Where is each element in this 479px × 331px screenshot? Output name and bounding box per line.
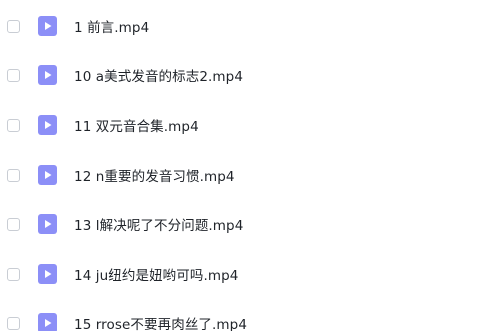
- list-item[interactable]: 10 a美式发音的标志2.mp4: [0, 60, 479, 90]
- list-item[interactable]: 13 l解决呢了不分问题.mp4: [0, 209, 479, 239]
- list-item[interactable]: 1 前言.mp4: [0, 11, 479, 41]
- select-checkbox[interactable]: [7, 267, 20, 281]
- file-name[interactable]: 1 前言.mp4: [74, 16, 149, 36]
- video-file-icon: [38, 313, 57, 331]
- select-checkbox[interactable]: [7, 168, 20, 182]
- file-name[interactable]: 15 rrose不要再肉丝了.mp4: [74, 313, 247, 331]
- video-file-icon: [38, 165, 57, 185]
- list-item[interactable]: 14 ju纽约是妞哟可吗.mp4: [0, 259, 479, 289]
- video-file-icon: [38, 16, 57, 36]
- video-file-icon: [38, 65, 57, 85]
- list-item[interactable]: 11 双元音合集.mp4: [0, 110, 479, 140]
- select-checkbox[interactable]: [7, 217, 20, 231]
- file-name[interactable]: 14 ju纽约是妞哟可吗.mp4: [74, 264, 238, 284]
- file-name[interactable]: 12 n重要的发音习惯.mp4: [74, 165, 235, 185]
- select-checkbox[interactable]: [7, 68, 20, 82]
- file-name[interactable]: 10 a美式发音的标志2.mp4: [74, 65, 243, 85]
- video-file-icon: [38, 115, 57, 135]
- list-item[interactable]: 15 rrose不要再肉丝了.mp4: [0, 308, 479, 331]
- file-list: 1 前言.mp4 10 a美式发音的标志2.mp4 11 双元音合集.mp4 1…: [0, 0, 479, 331]
- video-file-icon: [38, 214, 57, 234]
- select-checkbox[interactable]: [7, 19, 20, 33]
- file-name[interactable]: 13 l解决呢了不分问题.mp4: [74, 214, 243, 234]
- select-checkbox[interactable]: [7, 118, 20, 132]
- list-item[interactable]: 12 n重要的发音习惯.mp4: [0, 160, 479, 190]
- select-checkbox[interactable]: [7, 316, 20, 330]
- file-name[interactable]: 11 双元音合集.mp4: [74, 115, 199, 135]
- video-file-icon: [38, 264, 57, 284]
